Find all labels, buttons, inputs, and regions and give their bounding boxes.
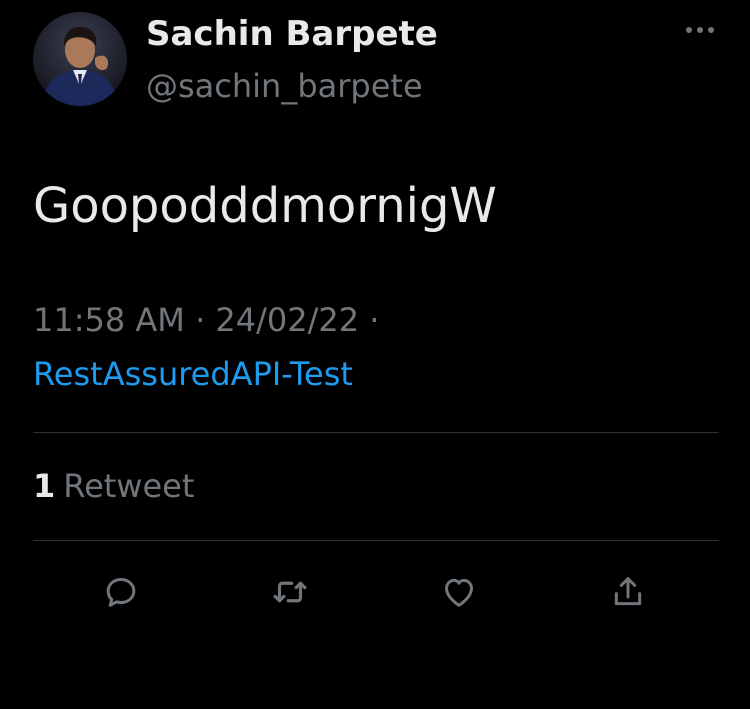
retweet-count: 1	[33, 467, 56, 505]
more-horizontal-icon	[686, 27, 714, 33]
tweet-time: 11:58 AM	[33, 301, 185, 339]
share-button[interactable]	[606, 570, 650, 614]
tweet-source-link[interactable]: RestAssuredAPI-Test	[33, 352, 353, 396]
avatar[interactable]	[33, 12, 127, 106]
like-button[interactable]	[437, 570, 481, 614]
tweet-text: GoopodddmornigW	[33, 178, 497, 234]
retweet-stats-label: Retweet	[63, 467, 195, 505]
reply-icon	[106, 578, 136, 607]
share-icon	[614, 577, 642, 606]
retweet-stats-link[interactable]: 1 Retweet	[33, 464, 194, 508]
author-handle[interactable]: @sachin_barpete	[146, 64, 423, 108]
tweet-date: 24/02/22	[215, 301, 360, 339]
tweet-timestamp[interactable]: 11:58 AM · 24/02/22 ·	[33, 298, 379, 342]
meta-separator: ·	[369, 301, 380, 339]
meta-separator: ·	[195, 301, 206, 339]
avatar-photo	[33, 12, 127, 106]
heart-icon	[445, 578, 473, 607]
retweet-icon	[273, 581, 307, 603]
divider	[33, 432, 719, 433]
author-display-name[interactable]: Sachin Barpete	[146, 12, 438, 56]
more-options-button[interactable]	[680, 18, 720, 42]
divider	[33, 540, 719, 541]
reply-button[interactable]	[99, 570, 143, 614]
retweet-button[interactable]	[268, 570, 312, 614]
tweet-detail: Sachin Barpete @sachin_barpete Goopodddm…	[0, 0, 750, 709]
